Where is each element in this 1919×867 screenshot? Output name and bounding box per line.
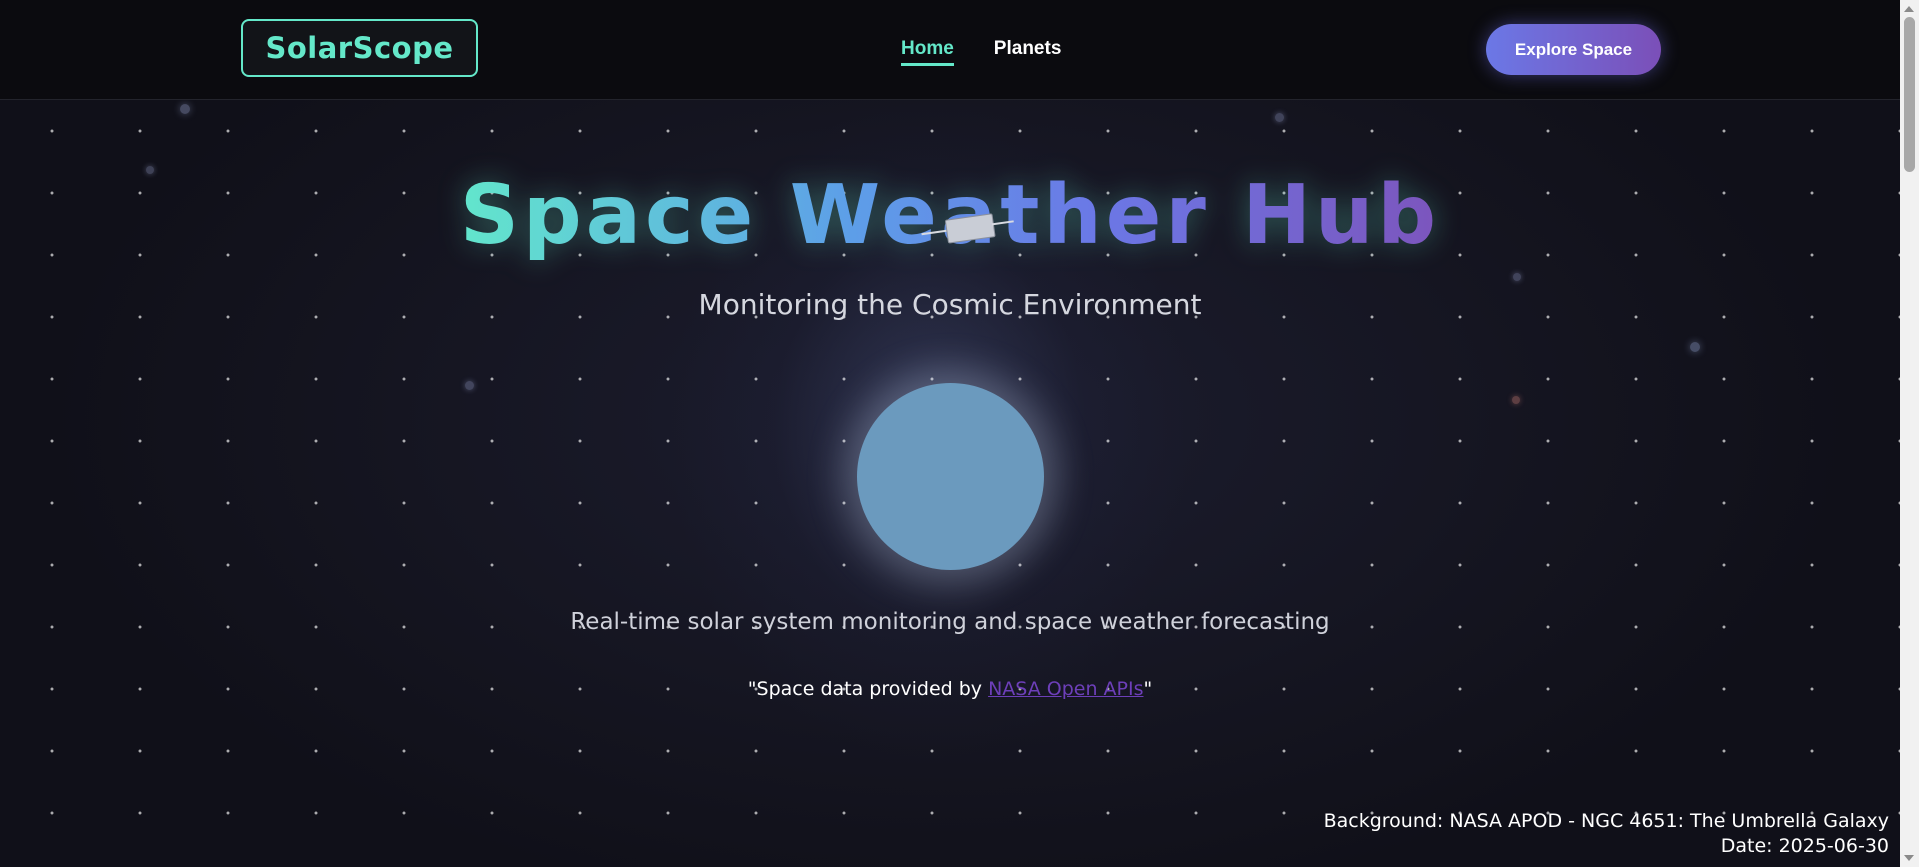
page: SolarScope Home Planets Explore Space Sp…	[0, 0, 1919, 867]
credit-prefix: "Space data provided by	[747, 678, 989, 700]
star-1	[180, 104, 190, 114]
hero-subtitle: Monitoring the Cosmic Environment	[698, 288, 1202, 321]
star-7	[1275, 113, 1284, 122]
background-info: Background: NASA APOD - NGC 4651: The Um…	[1324, 809, 1889, 859]
background-date: Date: 2025-06-30	[1720, 835, 1889, 857]
main-nav: Home Planets	[901, 38, 1061, 66]
planet-graphic	[857, 383, 1044, 570]
vertical-scrollbar[interactable]	[1900, 0, 1919, 867]
top-navbar: SolarScope Home Planets Explore Space	[0, 0, 1900, 100]
brand-logo[interactable]: SolarScope	[241, 19, 478, 77]
nav-link-home[interactable]: Home	[901, 38, 954, 66]
star-6	[1512, 396, 1520, 404]
hero-tagline: Real-time solar system monitoring and sp…	[570, 609, 1330, 635]
star-5	[1513, 273, 1521, 281]
scroll-up-icon[interactable]	[1904, 6, 1914, 12]
data-credit: "Space data provided by NASA Open APIs"	[0, 678, 1900, 700]
scroll-thumb[interactable]	[1904, 17, 1915, 172]
nav-link-planets[interactable]: Planets	[994, 38, 1062, 66]
nasa-open-apis-link[interactable]: NASA Open APIs	[988, 678, 1143, 700]
background-source: Background: NASA APOD - NGC 4651: The Um…	[1323, 810, 1889, 832]
star-4	[1690, 342, 1700, 352]
credit-suffix: "	[1143, 678, 1153, 700]
star-3	[465, 381, 474, 390]
scroll-down-icon[interactable]	[1904, 855, 1914, 861]
explore-space-button[interactable]: Explore Space	[1486, 24, 1661, 75]
